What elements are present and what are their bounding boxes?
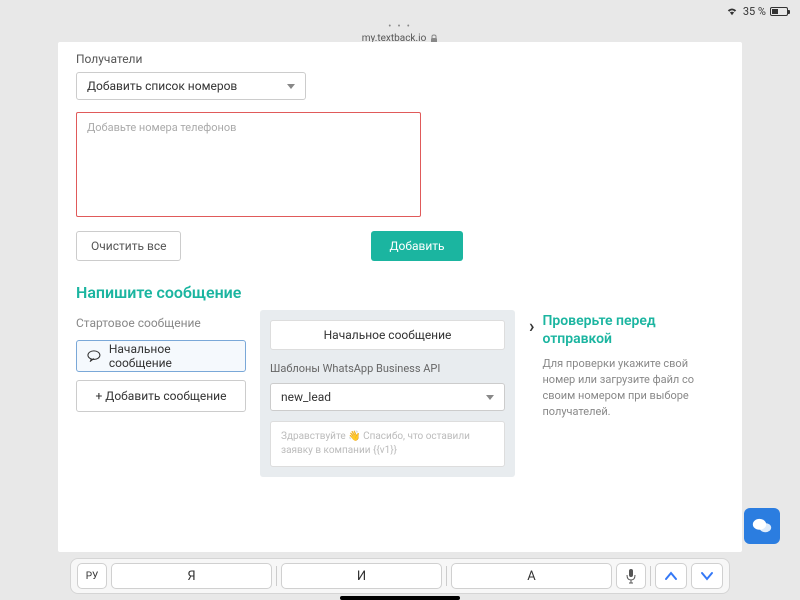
phone-numbers-textarea[interactable]: Добавьте номера телефонов: [76, 112, 421, 217]
battery-percent: 35 %: [743, 5, 766, 18]
textarea-placeholder: Добавьте номера телефонов: [87, 121, 236, 134]
keyboard-suggestion-2[interactable]: И: [281, 563, 442, 589]
wifi-icon: [725, 6, 739, 16]
home-indicator[interactable]: [340, 596, 460, 600]
template-select-value: new_lead: [281, 390, 331, 404]
add-message-button[interactable]: + Добавить сообщение: [76, 380, 246, 412]
divider: [276, 566, 277, 586]
main-card: Получатели Добавить список номеров Добав…: [58, 42, 742, 552]
add-message-label: + Добавить сообщение: [96, 389, 227, 403]
battery-icon: [770, 7, 788, 16]
speech-bubble-icon: [87, 350, 101, 362]
divider: [446, 566, 447, 586]
message-item-initial[interactable]: Начальное сообщение: [76, 340, 246, 372]
keyboard-suggestion-1[interactable]: Я: [111, 563, 272, 589]
chat-icon: [752, 517, 772, 535]
device-statusbar: 35 %: [0, 0, 800, 22]
chevron-down-icon: [287, 84, 295, 89]
chevron-right-icon[interactable]: ›: [529, 316, 534, 420]
recipients-select[interactable]: Добавить список номеров: [76, 72, 306, 100]
microphone-icon: [625, 568, 637, 584]
keyboard-mic-button[interactable]: [616, 563, 646, 589]
chevron-down-icon: [486, 395, 494, 400]
keyboard-language-button[interactable]: РУ: [77, 563, 107, 589]
recipients-label: Получатели: [76, 52, 724, 66]
template-select[interactable]: new_lead: [270, 383, 505, 411]
compose-section-title: Напишите сообщение: [76, 283, 724, 302]
keyboard-down-button[interactable]: [691, 563, 723, 589]
chevron-up-icon: [664, 571, 678, 581]
browser-urlbar[interactable]: • • • my.textback.io: [0, 22, 800, 38]
verify-panel: › Проверьте перед отправкой Для проверки…: [529, 312, 704, 420]
chevron-down-icon: [700, 571, 714, 581]
keyboard-up-button[interactable]: [655, 563, 687, 589]
recipients-select-value: Добавить список номеров: [87, 79, 237, 93]
clear-all-button[interactable]: Очистить все: [76, 231, 181, 261]
chat-support-button[interactable]: [744, 508, 780, 544]
message-editor-panel: Начальное сообщение Шаблоны WhatsApp Bus…: [260, 310, 515, 477]
message-list: Начальное сообщение + Добавить сообщение: [76, 340, 246, 412]
verify-title: Проверьте перед отправкой: [542, 312, 704, 348]
keyboard-suggestion-bar: РУ Я И А: [70, 558, 730, 594]
template-preview: Здравствуйте 👋 Спасибо, что оставили зая…: [270, 421, 505, 467]
templates-label: Шаблоны WhatsApp Business API: [270, 362, 505, 375]
message-item-label: Начальное сообщение: [109, 342, 235, 370]
more-dots-icon: • • •: [388, 22, 412, 32]
editor-header: Начальное сообщение: [270, 320, 505, 350]
keyboard-suggestion-3[interactable]: А: [451, 563, 612, 589]
verify-text: Для проверки укажите свой номер или загр…: [542, 356, 704, 420]
divider: [650, 566, 651, 586]
add-button[interactable]: Добавить: [371, 231, 462, 261]
